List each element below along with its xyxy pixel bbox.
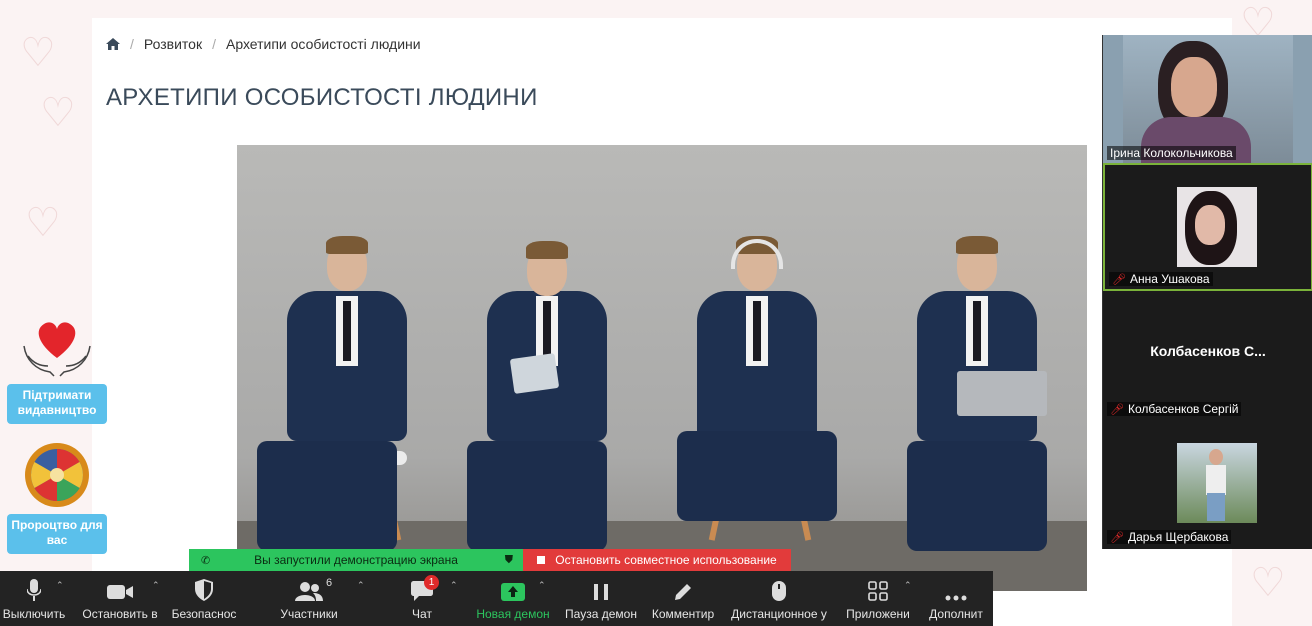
apps-button[interactable]: Приложени ⌃ (842, 571, 914, 626)
more-icon (945, 595, 967, 601)
chat-button[interactable]: Чат 1 ⌃ (398, 571, 458, 626)
participant-display-name: Колбасенков С... (1150, 343, 1266, 359)
breadcrumb-separator: / (212, 36, 216, 52)
apps-icon (868, 581, 888, 601)
screen-share-status: ✆ Вы запустили демонстрацию экрана ⛊ (189, 549, 523, 571)
pause-icon (594, 584, 608, 600)
mic-muted-icon: 🎤︎ (1110, 530, 1124, 544)
participants-button[interactable]: Участники 6 ⌃ (274, 571, 364, 626)
breadcrumb-item-current: Архетипи особистості людини (225, 36, 421, 52)
chevron-down-icon[interactable]: ⌃ (152, 581, 160, 591)
annotate-button[interactable]: Комментир (648, 571, 718, 626)
more-button[interactable]: Дополнит (922, 571, 990, 626)
pencil-icon (675, 584, 691, 600)
mouse-icon (772, 581, 786, 601)
meeting-toolbar: Выключить ⌃ Остановить в ⌃ Безопаснос Уч… (0, 571, 993, 626)
pause-share-button[interactable]: Пауза демон (563, 571, 639, 626)
person-figure (887, 211, 1067, 551)
background-heart-icon: ♡ (40, 90, 76, 136)
mic-muted-icon: 🎤︎ (1110, 402, 1124, 416)
video-tile[interactable]: Ірина Колокольчикова (1103, 35, 1312, 163)
participant-name: 🎤︎ Колбасенков Сергій (1107, 402, 1242, 416)
mute-button[interactable]: Выключить ⌃ (0, 571, 68, 626)
breadcrumb: / Розвиток / Архетипи особистості людини (106, 36, 421, 52)
video-tile[interactable]: 🎤︎ Анна Ушакова (1103, 163, 1312, 291)
chevron-down-icon[interactable]: ⌃ (904, 581, 912, 591)
remote-control-button[interactable]: Дистанционное у (728, 571, 830, 626)
chevron-down-icon[interactable]: ⌃ (56, 581, 64, 591)
participant-name: 🎤︎ Дарья Щербакова (1107, 530, 1232, 544)
mic-muted-icon: 🎤︎ (1112, 272, 1126, 286)
stop-share-button[interactable]: Остановить совместное использование (523, 549, 791, 571)
participant-name: 🎤︎ Анна Ушакова (1109, 272, 1213, 286)
heart-hands-icon[interactable] (18, 316, 96, 378)
video-participants-panel: Ірина Колокольчикова 🎤︎ Анна Ушакова Кол… (1102, 35, 1312, 549)
breadcrumb-separator: / (130, 36, 134, 52)
breadcrumb-item-development[interactable]: Розвиток (144, 36, 202, 52)
participant-name: Ірина Колокольчикова (1107, 146, 1236, 160)
page-title: АРХЕТИПИ ОСОБИСТОСТІ ЛЮДИНИ (106, 84, 538, 111)
content-page: / Розвиток / Архетипи особистості людини… (92, 18, 1232, 626)
background-heart-icon: ♡ (20, 30, 56, 76)
security-button[interactable]: Безопаснос (168, 571, 240, 626)
stop-icon (537, 556, 546, 564)
video-tile[interactable]: Колбасенков С... 🎤︎ Колбасенков Сергій (1103, 291, 1312, 419)
chevron-down-icon[interactable]: ⌃ (450, 581, 458, 591)
background-heart-icon: ♡ (25, 200, 61, 246)
shield-icon: ⛊ (504, 553, 513, 566)
video-tile[interactable]: 🎤︎ Дарья Щербакова (1103, 419, 1312, 547)
home-icon[interactable] (106, 38, 120, 50)
prophecy-button[interactable]: Пророцтво для вас (7, 514, 107, 554)
microphone-icon (27, 579, 41, 601)
chevron-down-icon[interactable]: ⌃ (357, 581, 365, 591)
share-screen-icon (501, 583, 525, 601)
person-figure (457, 211, 637, 551)
person-figure (257, 211, 437, 551)
background-heart-icon: ♡ (1250, 560, 1286, 606)
hero-image (237, 145, 1087, 591)
video-camera-icon (107, 585, 133, 599)
shield-icon (195, 579, 213, 601)
phone-icon: ✆ (201, 553, 211, 567)
chevron-down-icon[interactable]: ⌃ (538, 581, 546, 591)
participants-icon (295, 582, 323, 601)
chat-badge: 1 (424, 575, 439, 590)
support-publisher-button[interactable]: Підтримати видавництво (7, 384, 107, 424)
fortune-wheel-icon[interactable] (24, 442, 90, 508)
stop-video-button[interactable]: Остановить в ⌃ (78, 571, 162, 626)
new-share-button[interactable]: Новая демон ⌃ (474, 571, 552, 626)
person-figure (667, 211, 847, 551)
